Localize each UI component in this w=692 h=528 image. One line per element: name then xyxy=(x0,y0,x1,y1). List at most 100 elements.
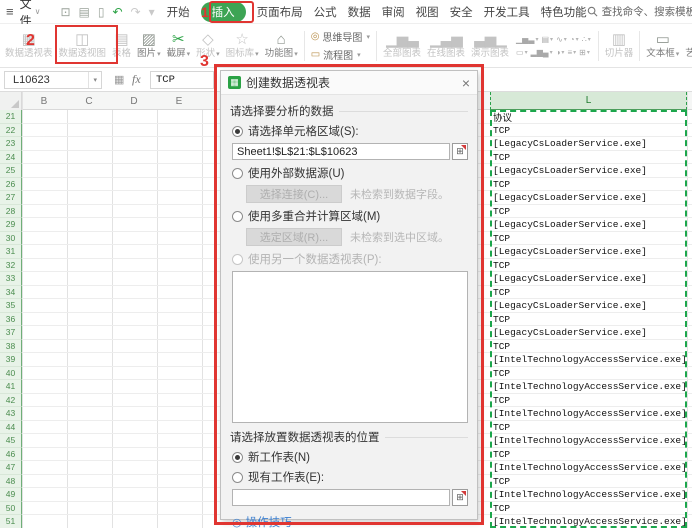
chart-type-button[interactable]: ◑ ▾ xyxy=(556,48,565,57)
tab-page-layout[interactable]: 页面布局 xyxy=(257,4,303,20)
tab-view[interactable]: 视图 xyxy=(416,4,439,20)
insert-function-icon[interactable]: ▦ xyxy=(114,73,124,86)
select-region-button[interactable]: 选定区域(R)... xyxy=(246,228,342,246)
cell-L36[interactable]: TCP xyxy=(493,313,685,327)
row-header-31[interactable]: 31 xyxy=(0,245,22,259)
row-header-42[interactable]: 42 xyxy=(0,393,22,407)
close-icon[interactable]: × xyxy=(462,76,470,90)
cell-L32[interactable]: TCP xyxy=(493,259,685,273)
row-header-41[interactable]: 41 xyxy=(0,380,22,394)
name-box-caret-icon[interactable]: ▾ xyxy=(88,72,101,88)
row-header-34[interactable]: 34 xyxy=(0,285,22,299)
radio-existing-worksheet[interactable]: 现有工作表(E): xyxy=(232,469,468,485)
undo-icon[interactable]: ↶ xyxy=(112,5,122,19)
row-header-51[interactable]: 51 xyxy=(0,515,22,528)
cell-L30[interactable]: TCP xyxy=(493,232,685,246)
chart-type-button[interactable]: ▂▆▄ ▾ xyxy=(531,48,553,57)
row-header-38[interactable]: 38 xyxy=(0,339,22,353)
cell-L25[interactable]: [LegacyCsLoaderService.exe] xyxy=(493,164,685,178)
formula-input[interactable]: TCP xyxy=(150,71,214,89)
cell-L44[interactable]: TCP xyxy=(493,421,685,435)
cell-L31[interactable]: [LegacyCsLoaderService.exe] xyxy=(493,245,685,259)
chart-type-button[interactable]: ▤ ▾ xyxy=(541,35,553,44)
cell-L28[interactable]: TCP xyxy=(493,205,685,219)
chart-type-button[interactable]: ∿ ▾ xyxy=(556,35,567,44)
row-header-24[interactable]: 24 xyxy=(0,150,22,164)
cell-L21[interactable]: 协议 xyxy=(493,110,685,124)
tab-formulas[interactable]: 公式 xyxy=(314,4,337,20)
radio-button-icon[interactable] xyxy=(232,210,243,222)
screenshot-button[interactable]: ✂ 截屏▾ xyxy=(164,25,194,67)
row-header-33[interactable]: 33 xyxy=(0,272,22,286)
cell-L23[interactable]: [LegacyCsLoaderService.exe] xyxy=(493,137,685,151)
range-picker-icon[interactable]: ⊞ xyxy=(452,143,468,160)
cell-L45[interactable]: [IntelTechnologyAccessService.exe] xyxy=(493,434,685,448)
tab-review[interactable]: 审阅 xyxy=(382,4,405,20)
command-search[interactable]: 查找命令、搜索模板 xyxy=(587,4,692,19)
row-header-30[interactable]: 30 xyxy=(0,231,22,245)
cell-L51[interactable]: [IntelTechnologyAccessService.exe] xyxy=(493,515,685,528)
cell-L37[interactable]: [LegacyCsLoaderService.exe] xyxy=(493,326,685,340)
cell-L40[interactable]: TCP xyxy=(493,367,685,381)
row-header-49[interactable]: 49 xyxy=(0,488,22,502)
row-header-44[interactable]: 44 xyxy=(0,420,22,434)
cell-L35[interactable]: [LegacyCsLoaderService.exe] xyxy=(493,299,685,313)
row-header-35[interactable]: 35 xyxy=(0,299,22,313)
column-header-E[interactable]: E xyxy=(176,92,183,110)
row-header-36[interactable]: 36 xyxy=(0,312,22,326)
existing-sheet-range-input[interactable] xyxy=(232,489,450,506)
smart-diagram-button[interactable]: ⌂ 功能图▾ xyxy=(262,25,301,67)
fx-icon[interactable]: fx xyxy=(132,72,141,87)
tab-insert[interactable]: 插入 xyxy=(200,1,246,22)
cell-L41[interactable]: [IntelTechnologyAccessService.exe] xyxy=(493,380,685,394)
radio-cell-range[interactable]: 请选择单元格区域(S): xyxy=(232,123,468,139)
chart-type-button[interactable]: ∴ ▾ xyxy=(582,35,591,44)
radio-button-icon[interactable] xyxy=(232,167,243,179)
chart-type-button[interactable]: ⊞ ▾ xyxy=(579,48,590,57)
print-icon[interactable]: ▤ xyxy=(79,5,90,19)
text-box-button[interactable]: ▭ 文本框▾ xyxy=(643,25,682,67)
column-header-L[interactable]: L xyxy=(490,92,687,110)
tab-security[interactable]: 安全 xyxy=(450,4,473,20)
tab-dev-tools[interactable]: 开发工具 xyxy=(484,4,530,20)
cell-L39[interactable]: [IntelTechnologyAccessService.exe] xyxy=(493,353,685,367)
radio-multiple-ranges[interactable]: 使用多重合并计算区域(M) xyxy=(232,208,468,224)
choose-connection-button[interactable]: 选择连接(C)... xyxy=(246,185,342,203)
row-header-47[interactable]: 47 xyxy=(0,461,22,475)
file-menu-caret-icon[interactable]: ∨ xyxy=(35,7,41,16)
chart-type-button[interactable]: ▭ ▾ xyxy=(516,48,528,57)
radio-external-source[interactable]: 使用外部数据源(U) xyxy=(232,165,468,181)
pivot-table-list-box[interactable] xyxy=(232,271,468,423)
row-header-39[interactable]: 39 xyxy=(0,353,22,367)
row-header-23[interactable]: 23 xyxy=(0,137,22,151)
cell-L46[interactable]: TCP xyxy=(493,448,685,462)
range-picker-icon[interactable]: ⊞ xyxy=(452,489,468,506)
cell-L47[interactable]: [IntelTechnologyAccessService.exe] xyxy=(493,461,685,475)
row-header-40[interactable]: 40 xyxy=(0,366,22,380)
dialog-title-bar[interactable]: ▦ 创建数据透视表 × xyxy=(221,71,477,95)
print-preview-icon[interactable]: ▯ xyxy=(98,5,105,19)
cell-L24[interactable]: TCP xyxy=(493,151,685,165)
save-icon[interactable]: ⊡ xyxy=(60,5,70,19)
column-header-C[interactable]: C xyxy=(85,92,92,110)
select-all-corner[interactable] xyxy=(0,92,22,110)
chart-type-button[interactable]: ≡ ▾ xyxy=(567,48,576,57)
row-header-25[interactable]: 25 xyxy=(0,164,22,178)
wordart-button[interactable]: A艺术字▾ xyxy=(682,25,692,67)
tab-data[interactable]: 数据 xyxy=(348,4,371,20)
radio-button-checked-icon[interactable] xyxy=(232,451,243,463)
row-header-28[interactable]: 28 xyxy=(0,204,22,218)
cell-L34[interactable]: TCP xyxy=(493,286,685,300)
row-header-50[interactable]: 50 xyxy=(0,501,22,515)
column-header-D[interactable]: D xyxy=(130,92,137,110)
row-header-27[interactable]: 27 xyxy=(0,191,22,205)
row-header-26[interactable]: 26 xyxy=(0,177,22,191)
row-header-43[interactable]: 43 xyxy=(0,407,22,421)
row-header-46[interactable]: 46 xyxy=(0,447,22,461)
cell-L33[interactable]: [LegacyCsLoaderService.exe] xyxy=(493,272,685,286)
chart-type-button[interactable]: ▁▅▃ ▾ xyxy=(516,35,538,44)
cell-L27[interactable]: [LegacyCsLoaderService.exe] xyxy=(493,191,685,205)
range-input[interactable]: Sheet1!$L$21:$L$10623 xyxy=(232,143,450,160)
cell-L48[interactable]: TCP xyxy=(493,475,685,489)
cell-L42[interactable]: TCP xyxy=(493,394,685,408)
